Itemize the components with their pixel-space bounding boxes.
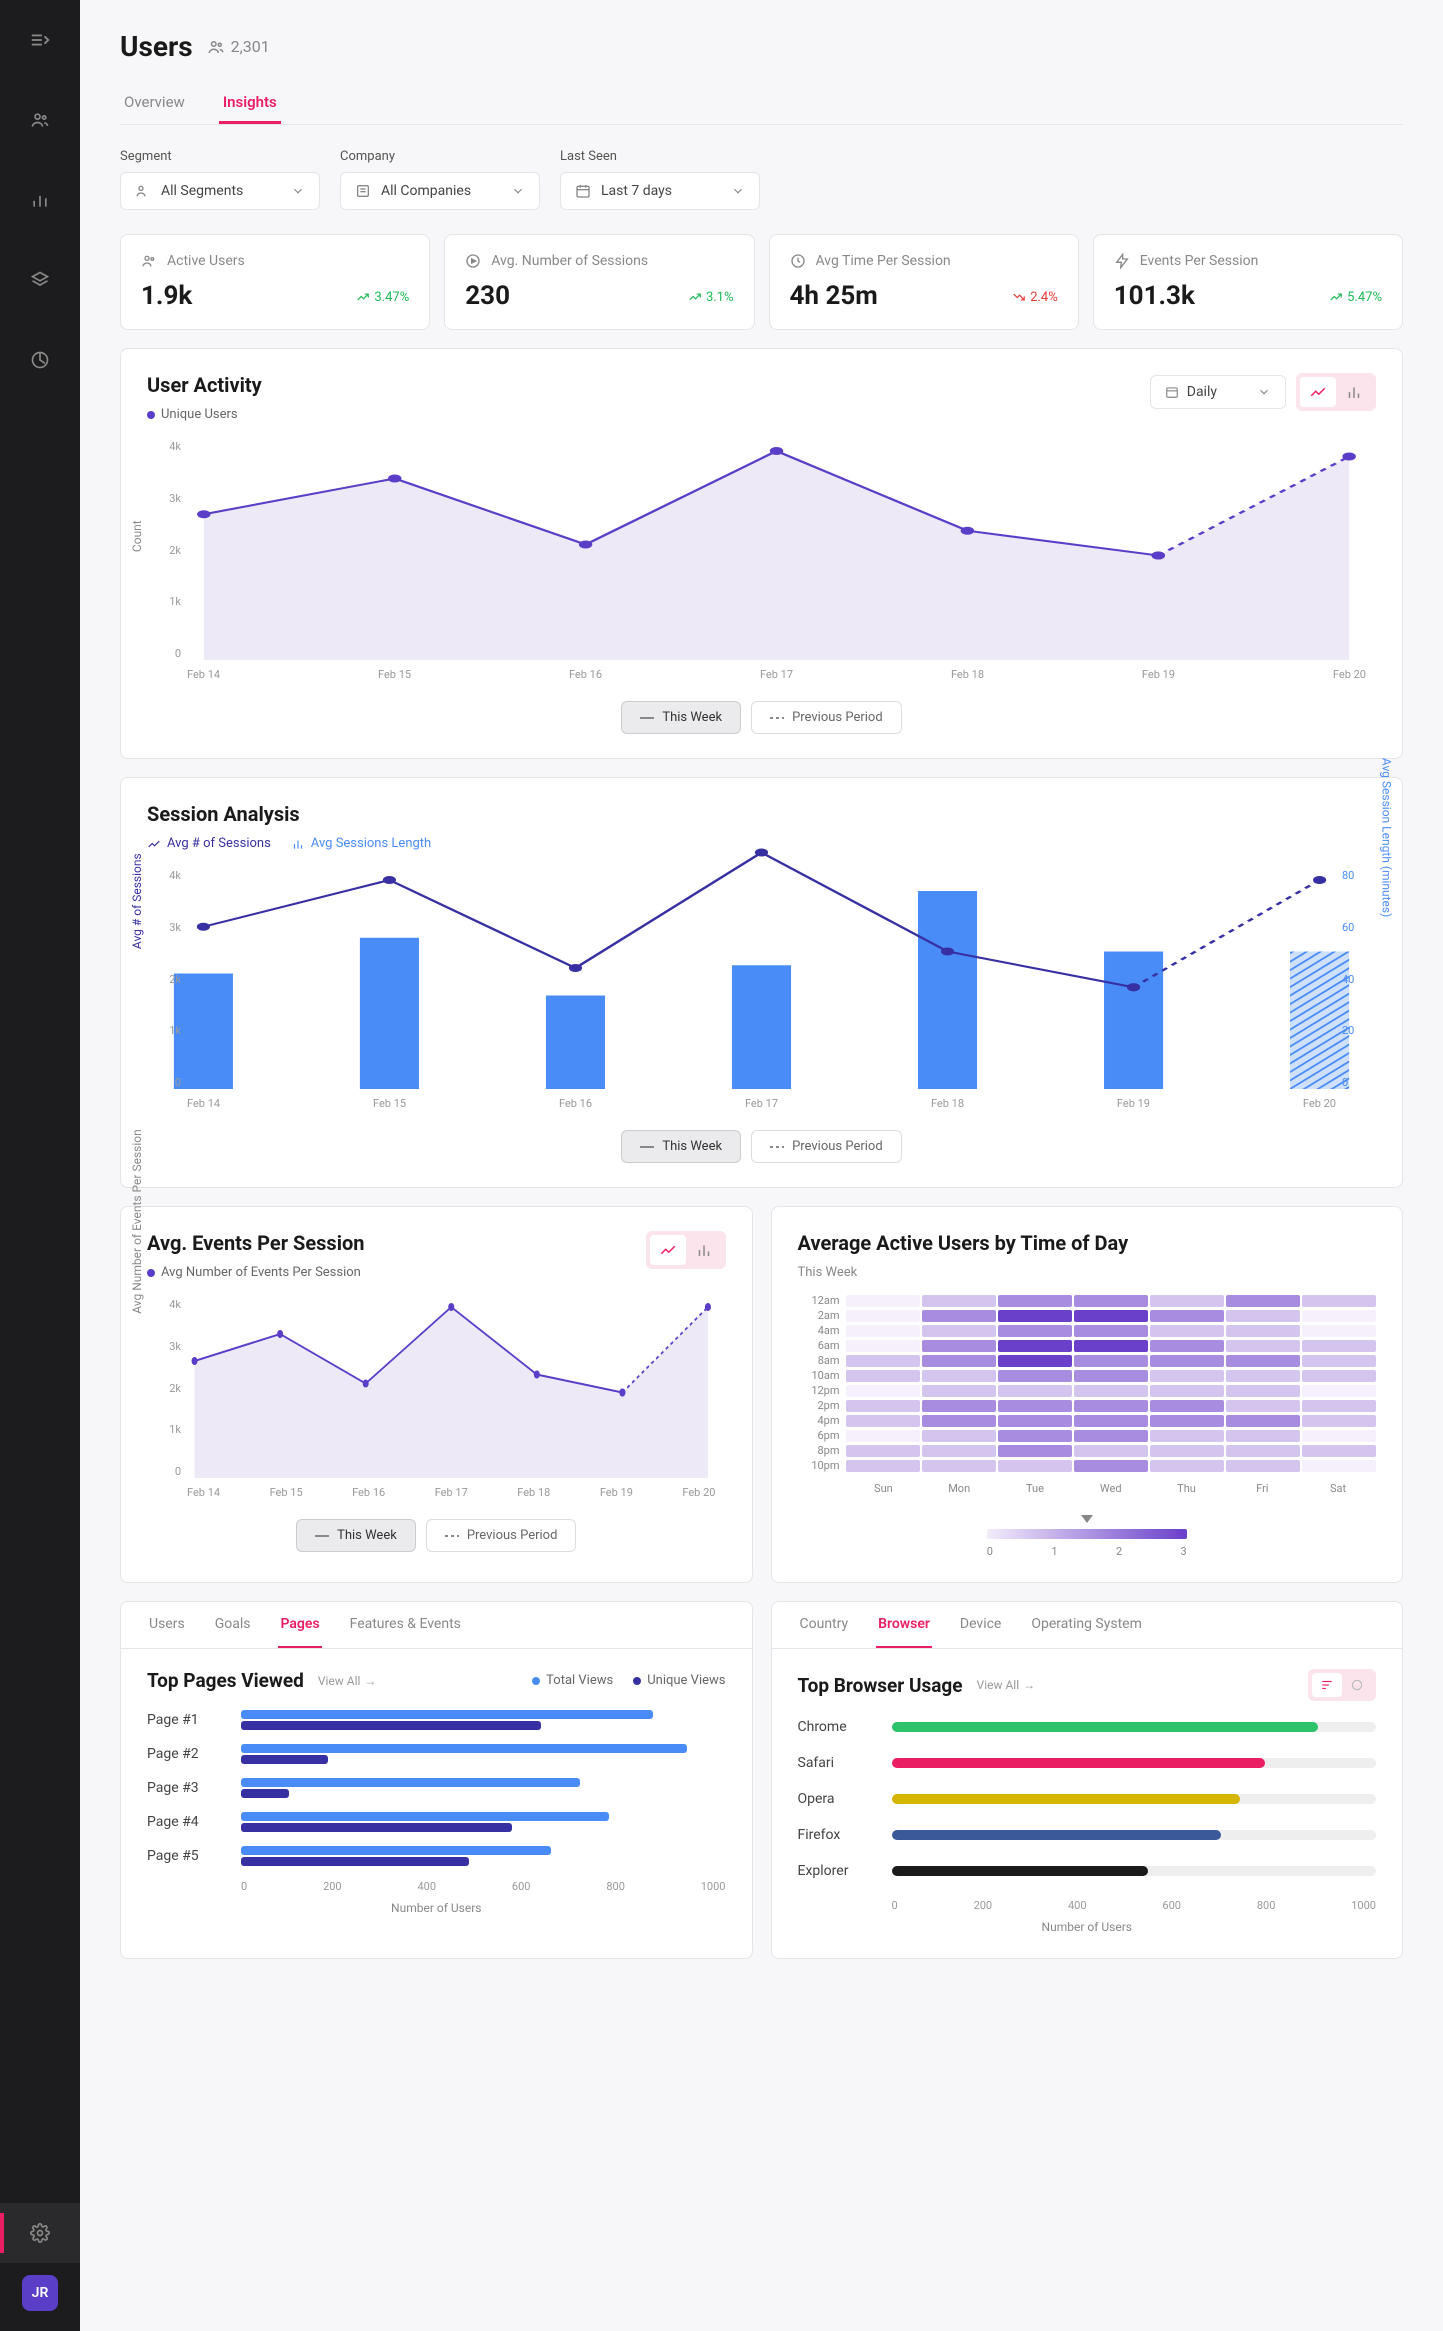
tab-device[interactable]: Device (958, 1602, 1003, 1648)
heatmap-subtitle: This Week (798, 1265, 1377, 1280)
line-chart-toggle[interactable] (1300, 377, 1336, 407)
filter-lastseen-select[interactable]: Last 7 days (560, 172, 760, 210)
clock-icon (790, 253, 806, 269)
x-axis-label: Number of Users (798, 1920, 1377, 1934)
calendar-icon (1165, 385, 1179, 399)
legend-total-views: Total Views (546, 1673, 613, 1688)
trend-up-icon: 3.47% (356, 290, 409, 305)
card-session-analysis: Session Analysis Avg # of Sessions Avg S… (120, 777, 1403, 1188)
session-analysis-title: Session Analysis (147, 802, 1376, 826)
play-icon (465, 253, 481, 269)
bar-row: Firefox (798, 1827, 1377, 1843)
heatmap-scale (987, 1529, 1187, 1539)
users-icon (141, 253, 157, 269)
y-axis-label: Count (130, 520, 144, 552)
line-chart-toggle[interactable] (650, 1235, 686, 1265)
chevron-down-icon (731, 184, 745, 198)
previous-period-btn[interactable]: Previous Period (426, 1519, 577, 1552)
bar-row: Safari (798, 1755, 1377, 1771)
page-title: Users (120, 30, 193, 63)
bar-row: Page #3 (147, 1778, 726, 1798)
tab-country[interactable]: Country (798, 1602, 851, 1648)
menu-collapse-icon[interactable] (20, 20, 60, 60)
legend-unique-views: Unique Views (647, 1673, 725, 1688)
card-browser-usage: Country Browser Device Operating System … (771, 1601, 1404, 1959)
legend-session-length: Avg Sessions Length (311, 836, 431, 851)
view-all-link[interactable]: View All→ (318, 1674, 377, 1688)
chevron-down-icon (511, 184, 525, 198)
this-week-btn[interactable]: This Week (621, 701, 741, 734)
tab-insights[interactable]: Insights (219, 83, 281, 124)
trend-down-icon: 2.4% (1012, 290, 1058, 305)
view-all-link[interactable]: View All→ (977, 1678, 1036, 1692)
y-axis-label-left: Avg # of Sessions (130, 853, 144, 949)
heatmap-title: Average Active Users by Time of Day (798, 1231, 1377, 1255)
layers-nav-icon[interactable] (20, 260, 60, 300)
tab-pages[interactable]: Pages (278, 1602, 321, 1648)
x-axis-label: Number of Users (147, 1901, 726, 1915)
bar-chart-toggle[interactable] (686, 1235, 722, 1265)
avg-events-title: Avg. Events Per Session (147, 1231, 364, 1255)
previous-period-btn[interactable]: Previous Period (751, 1130, 902, 1163)
browser-usage-title: Top Browser Usage (798, 1674, 963, 1697)
tab-os[interactable]: Operating System (1029, 1602, 1144, 1648)
tab-overview[interactable]: Overview (120, 83, 189, 124)
tab-goals[interactable]: Goals (213, 1602, 253, 1648)
card-avg-events: Avg. Events Per Session Avg Number of Ev… (120, 1206, 753, 1583)
reports-nav-icon[interactable] (20, 340, 60, 380)
user-avatar[interactable]: JR (22, 2275, 58, 2311)
bar-row: Page #1 (147, 1710, 726, 1730)
settings-icon[interactable] (20, 2213, 60, 2253)
legend-avg-sessions: Avg # of Sessions (167, 836, 271, 851)
sort-toggle-btn[interactable] (1342, 1673, 1372, 1697)
bar-row: Page #2 (147, 1744, 726, 1764)
this-week-btn[interactable]: This Week (296, 1519, 416, 1552)
user-activity-title: User Activity (147, 373, 262, 397)
card-top-pages: Users Goals Pages Features & Events Top … (120, 1601, 753, 1959)
kpi-active-users: Active Users 1.9k3.47% (120, 234, 430, 330)
bar-row: Opera (798, 1791, 1377, 1807)
bar-row: Page #4 (147, 1812, 726, 1832)
card-user-activity: User Activity Unique Users Daily Count (120, 348, 1403, 759)
y-axis-label-right: Avg Session Length (minutes) (1379, 757, 1393, 916)
analytics-nav-icon[interactable] (20, 180, 60, 220)
top-pages-title: Top Pages Viewed (147, 1669, 304, 1692)
bar-row: Page #5 (147, 1846, 726, 1866)
legend-unique-users: Unique Users (161, 407, 238, 422)
chevron-down-icon (291, 184, 305, 198)
user-count: 2,301 (207, 37, 270, 56)
kpi-events: Events Per Session 101.3k5.47% (1093, 234, 1403, 330)
bar-row: Chrome (798, 1719, 1377, 1735)
bar-chart-toggle[interactable] (1336, 377, 1372, 407)
card-heatmap: Average Active Users by Time of Day This… (771, 1206, 1404, 1583)
this-week-btn[interactable]: This Week (621, 1130, 741, 1163)
sort-desc-btn[interactable] (1312, 1673, 1342, 1697)
kpi-avg-sessions: Avg. Number of Sessions 2303.1% (444, 234, 754, 330)
kpi-avg-time: Avg Time Per Session 4h 25m2.4% (769, 234, 1079, 330)
filter-segment-select[interactable]: All Segments (120, 172, 320, 210)
filter-segment-label: Segment (120, 149, 320, 164)
filter-lastseen-label: Last Seen (560, 149, 760, 164)
filter-company-label: Company (340, 149, 540, 164)
lightning-icon (1114, 253, 1130, 269)
users-nav-icon[interactable] (20, 100, 60, 140)
page-tabs: Overview Insights (120, 83, 1403, 125)
chevron-down-icon (1257, 385, 1271, 399)
y-axis-label: Avg Number of Events Per Session (130, 1129, 144, 1313)
tab-browser[interactable]: Browser (876, 1602, 932, 1648)
previous-period-btn[interactable]: Previous Period (751, 701, 902, 734)
legend-avg-events: Avg Number of Events Per Session (161, 1265, 361, 1280)
tab-features-events[interactable]: Features & Events (348, 1602, 463, 1648)
granularity-select[interactable]: Daily (1150, 375, 1286, 409)
sidebar: JR (0, 0, 80, 2331)
filter-company-select[interactable]: All Companies (340, 172, 540, 210)
tab-users[interactable]: Users (147, 1602, 187, 1648)
bar-row: Explorer (798, 1863, 1377, 1879)
